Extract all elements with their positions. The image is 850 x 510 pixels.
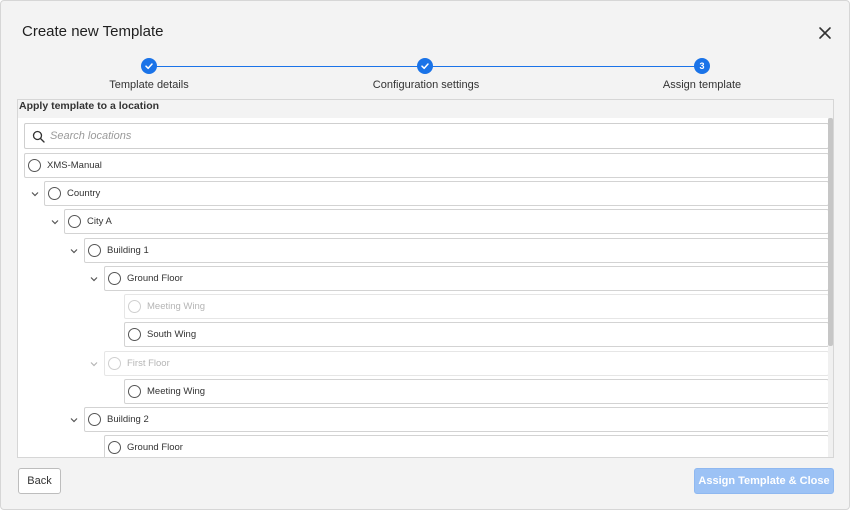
tree-item-label: XMS-Manual xyxy=(47,160,102,171)
create-template-dialog: Create new Template 3 Template details C… xyxy=(0,0,850,510)
radio-button[interactable] xyxy=(28,159,41,172)
step-2-check-icon xyxy=(417,58,433,74)
back-button[interactable]: Back xyxy=(18,468,61,494)
radio-button xyxy=(128,300,141,313)
chevron-down-icon[interactable] xyxy=(30,189,40,199)
tree-item-label: Meeting Wing xyxy=(147,301,206,312)
step-2-label: Configuration settings xyxy=(372,79,480,91)
radio-button[interactable] xyxy=(108,441,121,454)
tree-item-building-2[interactable]: Building 2 xyxy=(84,407,829,432)
stepper-connector-1 xyxy=(149,66,425,67)
location-panel: Apply template to a location XMS-Manual … xyxy=(17,99,834,458)
panel-heading: Apply template to a location xyxy=(19,100,160,112)
radio-button[interactable] xyxy=(108,272,121,285)
radio-button[interactable] xyxy=(88,244,101,257)
stepper-connector-2 xyxy=(425,66,702,67)
tree-item-south-wing[interactable]: South Wing xyxy=(124,322,829,347)
tree-item-label: Building 2 xyxy=(107,414,149,425)
chevron-down-icon[interactable] xyxy=(89,274,99,284)
tree-item-country[interactable]: Country xyxy=(44,181,829,206)
tree-item-label: Building 1 xyxy=(107,245,149,256)
chevron-down-icon[interactable] xyxy=(50,217,60,227)
chevron-down-icon[interactable] xyxy=(89,359,99,369)
step-1-check-icon xyxy=(141,58,157,74)
radio-button[interactable] xyxy=(128,328,141,341)
search-box xyxy=(24,123,829,149)
assign-template-close-button[interactable]: Assign Template & Close xyxy=(694,468,834,494)
tree-item-label: Country xyxy=(67,188,101,199)
tree-item-ground-floor[interactable]: Ground Floor xyxy=(104,266,829,291)
radio-button xyxy=(108,357,121,370)
radio-button[interactable] xyxy=(128,385,141,398)
chevron-down-icon[interactable] xyxy=(69,415,79,425)
tree-item-label: Ground Floor xyxy=(127,442,183,453)
radio-button[interactable] xyxy=(88,413,101,426)
tree-item-label: City A xyxy=(87,216,112,227)
tree-item-xms-manual[interactable]: XMS-Manual xyxy=(24,153,829,178)
tree-scrollbar[interactable] xyxy=(828,118,833,457)
search-icon xyxy=(32,130,45,148)
tree-item-building-1[interactable]: Building 1 xyxy=(84,238,829,263)
tree-item-meeting-wing[interactable]: Meeting Wing xyxy=(124,379,829,404)
location-tree-container: XMS-Manual Country City A Building xyxy=(18,118,833,457)
tree-item-city-a[interactable]: City A xyxy=(64,209,829,234)
radio-button[interactable] xyxy=(48,187,61,200)
tree-item-meeting-wing-disabled: Meeting Wing xyxy=(124,294,829,319)
close-icon[interactable] xyxy=(815,23,835,43)
tree-item-ground-floor-2[interactable]: Ground Floor xyxy=(104,435,829,457)
scrollbar-thumb[interactable] xyxy=(828,118,833,346)
tree-item-first-floor-disabled: First Floor xyxy=(104,351,829,376)
tree-item-label: South Wing xyxy=(147,329,197,340)
chevron-down-icon[interactable] xyxy=(69,246,79,256)
search-input[interactable] xyxy=(50,126,820,146)
tree-item-label: Meeting Wing xyxy=(147,386,206,397)
step-3-number: 3 xyxy=(694,58,710,74)
step-3-label: Assign template xyxy=(662,79,742,91)
step-1-label: Template details xyxy=(109,79,189,91)
radio-button[interactable] xyxy=(68,215,81,228)
tree-item-label: First Floor xyxy=(127,358,170,369)
dialog-title: Create new Template xyxy=(22,23,164,40)
tree-item-label: Ground Floor xyxy=(127,273,183,284)
